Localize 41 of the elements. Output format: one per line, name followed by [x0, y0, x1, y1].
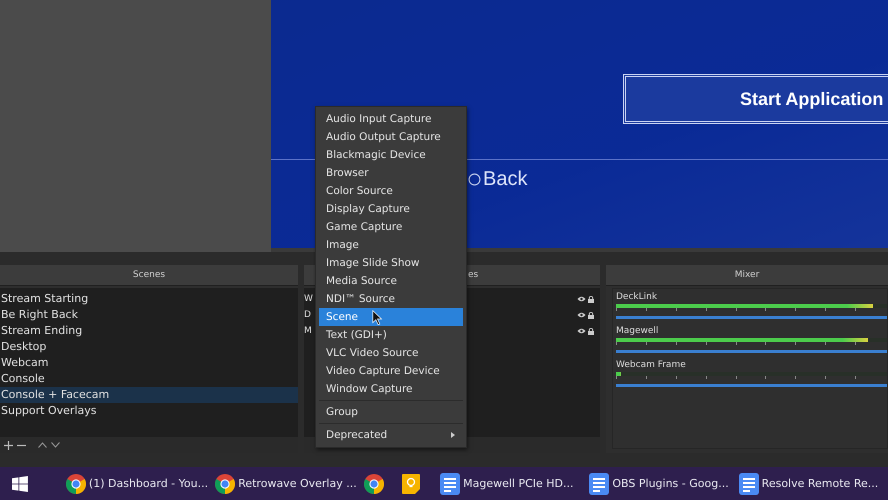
list-row[interactable]: Support Overlays: [0, 403, 298, 419]
list-row[interactable]: Stream Starting: [0, 291, 298, 307]
source-item[interactable]: M: [304, 326, 312, 336]
menu-item[interactable]: NDI™ Source: [319, 290, 463, 308]
list-row[interactable]: Webcam: [0, 355, 298, 371]
channel-name: DeckLink: [616, 292, 658, 303]
list-row[interactable]: Console + Facecam: [0, 387, 298, 403]
menu-item[interactable]: Video Capture Device: [319, 362, 463, 380]
menu-item[interactable]: Window Capture: [319, 380, 463, 398]
list-row[interactable]: Stream Ending: [0, 323, 298, 339]
menu-item[interactable]: Media Source: [319, 272, 463, 290]
menu-item[interactable]: Image: [319, 236, 463, 254]
menu-item[interactable]: Color Source: [319, 182, 463, 200]
taskbar-item[interactable]: Retrowave Overlay ...: [215, 470, 364, 498]
menu-item[interactable]: Browser: [319, 164, 463, 182]
menu-item[interactable]: Group: [319, 403, 463, 421]
channel-name: Magewell: [616, 326, 660, 337]
list-row[interactable]: Be Right Back: [0, 307, 298, 323]
source-item[interactable]: D: [304, 310, 311, 320]
menu-item[interactable]: Blackmagic Device: [319, 146, 463, 164]
menu-item[interactable]: VLC Video Source: [319, 344, 463, 362]
menu-item[interactable]: Game Capture: [319, 218, 463, 236]
channel-name: Webcam Frame: [616, 360, 687, 371]
dock-title: es: [468, 270, 478, 280]
menu-item[interactable]: Audio Input Capture: [319, 110, 463, 128]
menu-item[interactable]: Text (GDI+): [319, 326, 463, 344]
taskbar-item[interactable]: Magewell PCIe HD...: [440, 470, 590, 498]
list-row[interactable]: Desktop: [0, 339, 298, 355]
list-row[interactable]: Console: [0, 371, 298, 387]
taskbar-item[interactable]: Resolve Remote Re...: [738, 470, 888, 498]
dock-title: Mixer: [606, 265, 888, 286]
back-label: Back: [483, 168, 528, 191]
taskbar-item[interactable]: OBS Plugins - Goog...: [589, 470, 739, 498]
submenu-item[interactable]: Deprecated: [319, 426, 463, 444]
menu-item[interactable]: Scene: [319, 308, 463, 326]
menu-item[interactable]: Audio Output Capture: [319, 128, 463, 146]
menu-item[interactable]: Image Slide Show: [319, 254, 463, 272]
source-item[interactable]: W: [304, 294, 313, 304]
menu-item[interactable]: Display Capture: [319, 200, 463, 218]
dock-title: Scenes: [0, 265, 298, 286]
taskbar-item[interactable]: (1) Dashboard - You...: [66, 470, 216, 498]
